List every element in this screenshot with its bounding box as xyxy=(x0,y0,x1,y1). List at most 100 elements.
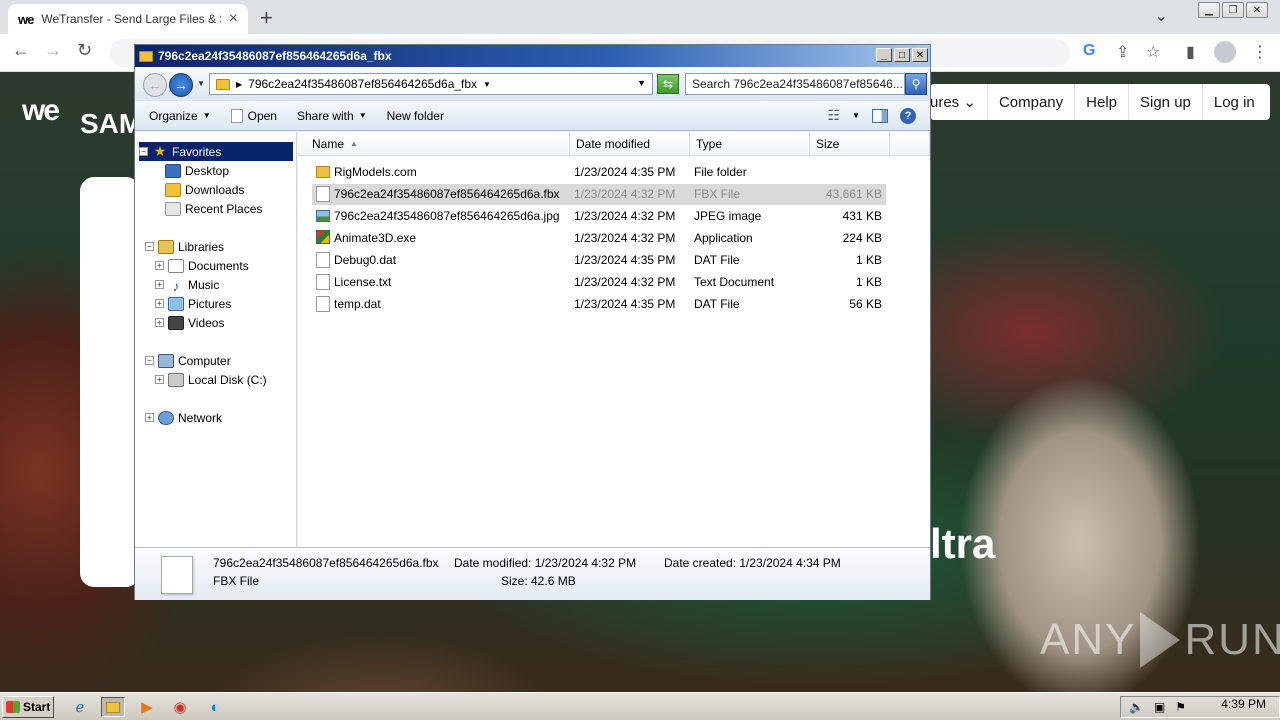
forward-icon[interactable]: → xyxy=(169,73,193,97)
maximize-icon[interactable]: □ xyxy=(894,48,910,62)
preview-pane-icon[interactable] xyxy=(872,108,888,123)
file-icon xyxy=(316,252,330,268)
file-row[interactable]: License.txt 1/23/2024 4:32 PM Text Docum… xyxy=(312,272,886,293)
open-button[interactable]: Open xyxy=(230,108,277,123)
nav-computer[interactable]: − Computer xyxy=(145,351,231,370)
expand-icon[interactable]: + xyxy=(155,280,164,289)
forward-icon[interactable]: → xyxy=(44,40,62,61)
share-icon[interactable]: ⇪ xyxy=(1116,42,1129,62)
expand-icon[interactable]: + xyxy=(155,299,164,308)
file-row-selected[interactable]: 796c2ea24f35486087ef856464265d6a.fbx 1/2… xyxy=(312,184,886,205)
file-row[interactable]: 796c2ea24f35486087ef856464265d6a.jpg 1/2… xyxy=(312,206,886,227)
libraries-icon xyxy=(158,239,174,254)
close-icon[interactable]: ✕ xyxy=(912,48,928,62)
new-folder-button[interactable]: New folder xyxy=(387,109,444,123)
search-icon[interactable]: ⚲ xyxy=(905,73,927,95)
views-dropdown-icon[interactable]: ▼ xyxy=(852,111,860,120)
edge-icon[interactable]: ◐ xyxy=(203,697,227,717)
recent-places-icon xyxy=(165,201,181,216)
new-tab-icon[interactable]: + xyxy=(260,5,273,31)
nav-documents[interactable]: + Documents xyxy=(155,256,249,275)
views-icon[interactable]: ☷ xyxy=(828,107,841,124)
reload-icon[interactable]: ↻ xyxy=(77,40,92,61)
start-button[interactable]: Start xyxy=(2,696,54,718)
nav-sign-up[interactable]: Sign up xyxy=(1128,84,1202,120)
file-row[interactable]: RigModels.com 1/23/2024 4:35 PM File fol… xyxy=(312,162,886,183)
column-header-type[interactable]: Type xyxy=(690,132,810,156)
videos-icon xyxy=(168,315,184,330)
sidebar-icon[interactable]: ▮ xyxy=(1186,42,1195,62)
expand-icon[interactable]: + xyxy=(155,261,164,270)
expand-icon[interactable]: + xyxy=(145,413,154,422)
text-file-icon xyxy=(316,274,330,290)
open-icon xyxy=(230,108,243,123)
column-header-date[interactable]: Date modified xyxy=(570,132,690,156)
file-row[interactable]: Debug0.dat 1/23/2024 4:35 PM DAT File 1 … xyxy=(312,250,886,271)
nav-libraries[interactable]: − Libraries xyxy=(145,237,224,256)
details-pane: 796c2ea24f35486087ef856464265d6a.fbx FBX… xyxy=(135,547,930,600)
details-filetype: FBX File xyxy=(213,574,260,588)
column-header-size[interactable]: Size xyxy=(810,132,890,156)
collapse-icon[interactable]: − xyxy=(145,356,154,365)
history-dropdown-icon[interactable]: ▼ xyxy=(197,79,205,88)
restore-icon[interactable]: ❐ xyxy=(1222,2,1244,18)
computer-icon xyxy=(158,353,174,368)
file-row[interactable]: Animate3D.exe 1/23/2024 4:32 PM Applicat… xyxy=(312,228,886,249)
expand-icon[interactable]: + xyxy=(155,375,164,384)
explorer-window-controls: _ □ ✕ xyxy=(876,48,928,62)
network-tray-icon[interactable]: ▣ xyxy=(1154,700,1165,714)
wetransfer-logo[interactable]: we xyxy=(22,94,60,128)
flag-icon[interactable]: ⚑ xyxy=(1175,700,1186,714)
close-window-icon[interactable]: ✕ xyxy=(1246,2,1268,18)
minimize-icon[interactable]: ▁ xyxy=(1198,2,1220,18)
documents-icon xyxy=(168,258,184,273)
star-icon[interactable]: ☆ xyxy=(1146,42,1160,62)
nav-company[interactable]: Company xyxy=(986,84,1074,120)
wetransfer-favicon: we xyxy=(18,11,34,27)
nav-music[interactable]: + ♪ Music xyxy=(155,275,219,294)
nav-favorites[interactable]: − ★ Favorites xyxy=(139,142,293,161)
chrome-icon[interactable]: ◉ xyxy=(168,697,192,717)
address-dropdown-icon[interactable]: ▼ xyxy=(637,78,646,88)
explorer-title-bar[interactable]: 796c2ea24f35486087ef856464265d6a_fbx _ □… xyxy=(135,45,930,67)
browser-tab[interactable]: we WeTransfer - Send Large Files & Sha × xyxy=(8,4,248,34)
nav-desktop[interactable]: Desktop xyxy=(165,161,229,180)
nav-local-disk[interactable]: + Local Disk (C:) xyxy=(155,370,267,389)
address-path: 796c2ea24f35486087ef856464265d6a_fbx xyxy=(248,77,478,91)
collapse-icon[interactable]: − xyxy=(139,147,148,156)
nav-network[interactable]: + Network xyxy=(145,408,222,427)
tab-title: WeTransfer - Send Large Files & Sha xyxy=(41,12,220,26)
file-row[interactable]: temp.dat 1/23/2024 4:35 PM DAT File 56 K… xyxy=(312,294,886,315)
nav-videos[interactable]: + Videos xyxy=(155,313,224,332)
share-with-button[interactable]: Share with ▼ xyxy=(297,109,367,123)
google-icon[interactable]: G xyxy=(1083,42,1095,60)
back-icon[interactable]: ← xyxy=(143,73,167,97)
help-icon[interactable]: ? xyxy=(900,107,916,124)
expand-icon[interactable]: + xyxy=(155,318,164,327)
profile-icon[interactable] xyxy=(1214,41,1236,63)
upload-panel xyxy=(80,177,140,587)
search-input[interactable]: Search 796c2ea24f35486087ef85646... xyxy=(685,73,905,95)
internet-explorer-icon[interactable]: ℯ xyxy=(68,697,92,717)
back-icon[interactable]: ← xyxy=(12,40,30,61)
volume-icon[interactable]: 🔈 xyxy=(1129,700,1144,714)
nav-features[interactable]: ures ⌄ xyxy=(930,84,987,120)
nav-log-in[interactable]: Log in xyxy=(1201,84,1266,120)
tab-search-chevron-icon[interactable]: ⌄ xyxy=(1155,6,1168,26)
nav-help[interactable]: Help xyxy=(1074,84,1128,120)
nav-pictures[interactable]: + Pictures xyxy=(155,294,231,313)
organize-button[interactable]: Organize ▼ xyxy=(149,109,211,123)
minimize-icon[interactable]: _ xyxy=(876,48,892,62)
media-player-icon[interactable]: ▶ xyxy=(135,697,159,717)
collapse-icon[interactable]: − xyxy=(145,242,154,251)
nav-downloads[interactable]: Downloads xyxy=(165,180,244,199)
address-input[interactable]: ▶ 796c2ea24f35486087ef856464265d6a_fbx ▼… xyxy=(209,73,653,95)
explorer-taskbar-icon[interactable] xyxy=(101,697,125,717)
clock[interactable]: 4:39 PM xyxy=(1221,697,1266,711)
column-header-name[interactable]: Name ▲ xyxy=(298,132,570,156)
refresh-icon[interactable]: ⇆ xyxy=(657,74,679,94)
close-tab-icon[interactable]: × xyxy=(229,10,238,28)
nav-recent-places[interactable]: Recent Places xyxy=(165,199,262,218)
sort-ascending-icon: ▲ xyxy=(350,139,358,148)
kebab-menu-icon[interactable]: ⋮ xyxy=(1252,42,1268,62)
